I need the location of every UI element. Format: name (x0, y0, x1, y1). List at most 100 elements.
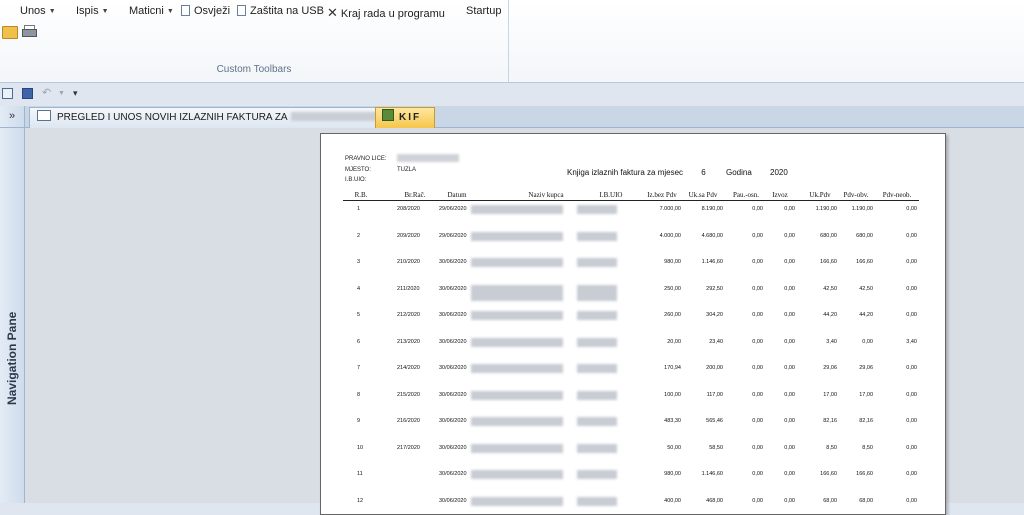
redacted-ib-uio (577, 284, 617, 301)
column-header: R.B. (354, 191, 368, 199)
mjesto-value: TUZLA (397, 167, 417, 173)
undo-dropdown-icon[interactable]: ▼ (58, 90, 65, 97)
table-cell-br: 213/2020 (397, 338, 420, 345)
table-cell-ukpdv: 680,00 (820, 232, 837, 239)
table-cell-pau: 0,00 (752, 418, 763, 424)
tab-pregled-label: PREGLED I UNOS NOVIH IZLAZNIH FAKTURA ZA (57, 112, 288, 123)
table-cell-bez: 980,00 (664, 471, 681, 477)
table-cell-sa: 8.190,00 (701, 206, 723, 212)
column-header: Br.Rač. (404, 191, 426, 199)
chevron-down-icon: ▼ (48, 8, 56, 15)
table-cell-rb: 5 (357, 312, 361, 318)
redacted-customer-name (471, 496, 563, 506)
undo-icon[interactable]: ↶ (42, 86, 51, 99)
table-cell-obv: 166,60 (856, 259, 873, 265)
table-cell-bez: 7.000,00 (659, 206, 681, 212)
ribbon: Unos ▼ Ispis ▼ Maticni ▼ Osvježi Zaštita na… (0, 0, 1024, 83)
zastita-usb-button[interactable]: Zaštita na USB (237, 5, 324, 17)
redacted-ib-uio (577, 470, 617, 479)
table-cell-rb: 10 (357, 444, 364, 451)
column-header: Datum (447, 191, 467, 199)
tab-kif[interactable]: KIF (375, 107, 435, 128)
kraj-rada-label: Kraj rada u programu (340, 8, 445, 20)
navigation-pane[interactable]: » Navigation Pane (0, 106, 25, 503)
tab-pregled-unos[interactable]: PREGLED I UNOS NOVIH IZLAZNIH FAKTURA ZA (29, 107, 381, 128)
chevron-down-icon: ▼ (101, 8, 109, 15)
menu-ispis[interactable]: Ispis ▼ (76, 5, 109, 17)
table-cell-pau: 0,00 (752, 391, 763, 398)
table-cell-pau: 0,00 (752, 285, 763, 292)
redacted-customer-name (471, 364, 563, 373)
table-cell-obv: 0,00 (862, 338, 873, 345)
table-cell-sa: 117,00 (706, 391, 723, 398)
table-cell-obv: 166,60 (856, 471, 873, 477)
column-header: Izvoz (772, 191, 788, 199)
save-icon[interactable] (22, 88, 33, 99)
redacted-customer-name (471, 390, 563, 400)
table-cell-br: 214/2020 (397, 365, 420, 371)
redacted-customer-name (471, 231, 563, 241)
table-cell-datum: 30/06/2020 (439, 391, 467, 398)
redacted-ib-uio (577, 231, 617, 241)
table-cell-neob: 0,00 (906, 206, 917, 212)
osvjezi-label: Osvježi (194, 5, 231, 17)
table-cell-datum: 30/06/2020 (439, 285, 467, 292)
table-cell-sa: 58,50 (709, 444, 723, 451)
custom-toolbars-group: Unos ▼ Ispis ▼ Maticni ▼ Osvježi Zaštita na… (0, 0, 509, 82)
osvjezi-button[interactable]: Osvježi (181, 5, 230, 17)
redacted-customer-name (471, 311, 563, 320)
table-cell-br: 212/2020 (397, 312, 420, 318)
nav-pane-toggle[interactable]: » (0, 106, 24, 128)
redacted-company (397, 154, 459, 162)
redacted-customer-name (471, 205, 563, 214)
table-cell-datum: 30/06/2020 (439, 365, 467, 371)
redacted-text (290, 112, 381, 121)
table-cell-neob: 3,40 (906, 338, 917, 345)
document-icon (181, 5, 190, 16)
column-header: Iz.bez Pdv (647, 191, 677, 199)
table-cell-neob: 0,00 (906, 444, 917, 451)
table-cell-bez: 250,00 (664, 285, 681, 292)
table-cell-neob: 0,00 (906, 232, 917, 239)
report-title: Knjiga izlaznih faktura za mjesec (567, 168, 684, 177)
table-cell-pau: 0,00 (752, 365, 763, 371)
table-cell-izvoz: 0,00 (784, 206, 795, 212)
close-icon: ✕ (327, 5, 338, 20)
menu-unos[interactable]: Unos ▼ (20, 5, 56, 17)
table-cell-sa: 292,50 (706, 285, 723, 292)
table-cell-neob: 0,00 (906, 312, 917, 318)
redacted-customer-name (471, 258, 563, 267)
table-cell-datum: 30/06/2020 (439, 471, 467, 477)
table-cell-bez: 980,00 (664, 259, 681, 265)
table-cell-ukpdv: 42,50 (823, 285, 837, 292)
table-cell-sa: 200,00 (706, 365, 723, 371)
redacted-ib-uio (577, 496, 617, 506)
table-cell-neob: 0,00 (906, 259, 917, 265)
menu-maticni[interactable]: Maticni ▼ (129, 5, 174, 17)
menu-unos-label: Unos (20, 5, 46, 17)
table-cell-rb: 2 (357, 232, 361, 239)
table-cell-bez: 170,94 (664, 365, 681, 371)
table-cell-br: 210/2020 (397, 259, 420, 265)
table-cell-ukpdv: 166,60 (820, 259, 837, 265)
folder-icon[interactable] (2, 26, 18, 39)
table-cell-ukpdv: 82,16 (823, 418, 837, 424)
table-cell-rb: 4 (357, 285, 361, 292)
table-cell-br: 211/2020 (397, 285, 420, 292)
kraj-rada-button[interactable]: ✕ Kraj rada u programu (327, 5, 445, 21)
table-cell-izvoz: 0,00 (784, 259, 795, 265)
startup-button[interactable]: Startup (466, 5, 501, 17)
redacted-customer-name (471, 417, 563, 426)
table-cell-izvoz: 0,00 (784, 391, 795, 398)
table-cell-obv: 17,00 (859, 391, 873, 398)
table-cell-izvoz: 0,00 (784, 444, 795, 451)
table-cell-pau: 0,00 (752, 444, 763, 451)
printer-icon[interactable] (22, 25, 37, 37)
view-icon[interactable] (2, 88, 13, 99)
table-cell-obv: 44,20 (859, 312, 873, 318)
table-cell-izvoz: 0,00 (784, 312, 795, 318)
table-cell-rb: 8 (357, 391, 361, 398)
customize-toolbar-icon[interactable]: ▾ (73, 88, 78, 99)
column-header: Pdv-neob. (882, 191, 912, 199)
table-cell-sa: 4.680,00 (701, 232, 723, 239)
